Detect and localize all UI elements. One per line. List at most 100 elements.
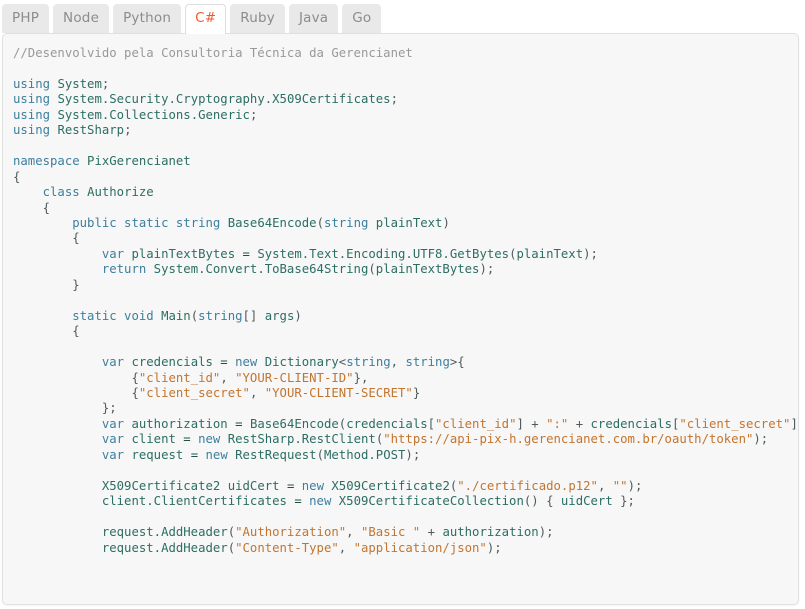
code-token: = — [183, 447, 206, 462]
code-token: ; — [124, 123, 132, 138]
code-token: new — [235, 355, 258, 370]
code-token: Authorize — [87, 185, 154, 200]
code-token: ); — [753, 432, 769, 447]
code-token: ( — [190, 308, 199, 323]
code-token: authorization — [131, 416, 228, 431]
code-token: "client_id" — [435, 416, 517, 431]
tab-c[interactable]: C# — [185, 3, 227, 34]
code-token: System.Text.Encoding.UTF8.GetBytes — [257, 246, 510, 261]
code-token: { — [13, 169, 21, 184]
tab-python[interactable]: Python — [113, 3, 182, 33]
code-token: , — [220, 370, 236, 385]
code-line: //Desenvolvido pela Consultoria Técnica … — [13, 46, 413, 60]
code-token: }, — [353, 370, 369, 385]
code-token: request — [131, 447, 184, 462]
code-token: plainTextBytes — [131, 246, 236, 261]
code-token: X509Certificate2 — [101, 478, 221, 493]
code-line: { — [13, 231, 79, 245]
code-token: + — [568, 416, 591, 431]
tab-php[interactable]: PHP — [2, 3, 50, 33]
code-token: Base64Encode — [227, 215, 317, 230]
tab-ruby[interactable]: Ruby — [230, 3, 285, 33]
code-token: client.ClientCertificates — [101, 494, 287, 509]
code-token: request.AddHeader — [101, 525, 228, 540]
code-token: }; — [612, 494, 635, 509]
code-token: System.Security.Cryptography.X509Certifi… — [57, 92, 391, 107]
code-token: "client_secret" — [138, 385, 250, 400]
code-token: ) — [294, 308, 302, 323]
code-token: Main — [161, 308, 191, 323]
code-token: uidCert — [560, 494, 613, 509]
code-token: System.Collections.Generic — [57, 107, 250, 122]
code-token: } — [412, 385, 421, 400]
code-token: static void — [72, 308, 154, 323]
code-token: "Basic " — [360, 525, 421, 540]
code-token: }; — [101, 401, 117, 416]
code-token: using — [13, 76, 51, 91]
code-token: Base64Encode — [249, 416, 339, 431]
code-token: ] + — [516, 416, 547, 431]
code-token: var — [101, 246, 125, 261]
code-line: { — [13, 170, 20, 184]
code-token: Method.POST — [323, 447, 406, 462]
code-token: using — [13, 123, 51, 138]
code-token: new — [205, 447, 228, 462]
code-token: Dictionary — [264, 355, 339, 370]
code-line: {"client_id", "YOUR-CLIENT-ID"}, — [13, 371, 368, 385]
code-token: authorization — [442, 525, 539, 540]
code-token: client — [131, 432, 176, 447]
code-token: ); — [627, 478, 643, 493]
code-line: var authorization = Base64Encode(credenc… — [13, 416, 798, 431]
code-token: RestRequest — [235, 447, 317, 462]
code-token: ":" — [546, 416, 569, 431]
code-token: System — [57, 76, 102, 91]
code-token: credencials — [346, 416, 428, 431]
code-token: uidCert — [227, 478, 280, 493]
code-token: >{ — [449, 355, 465, 370]
code-token: plainTextBytes — [375, 262, 480, 277]
tab-go[interactable]: Go — [342, 3, 382, 33]
code-line: var credencials = new Dictionary<string,… — [13, 355, 465, 369]
code-token: ( — [227, 540, 236, 555]
code-token: , — [249, 385, 265, 400]
code-token: RestSharp — [57, 123, 125, 138]
code-token: , — [338, 540, 354, 555]
code-token: + — [420, 525, 443, 540]
code-token: X509CertificateCollection — [338, 494, 524, 509]
code-token: () { — [523, 494, 561, 509]
code-line: } — [13, 278, 79, 292]
code-token: new — [309, 494, 332, 509]
code-token: "./certificado.p12" — [457, 478, 598, 493]
tab-node[interactable]: Node — [53, 3, 110, 33]
code-token: string — [405, 355, 450, 370]
tab-java[interactable]: Java — [288, 3, 339, 33]
code-line: using System; — [13, 77, 109, 91]
code-token: ( — [368, 262, 376, 277]
code-token: ) — [442, 215, 450, 230]
code-token: X509Certificate2 — [331, 478, 450, 493]
code-token: [ — [427, 416, 436, 431]
code-token: { — [131, 385, 139, 400]
code-line: request.AddHeader("Authorization", "Basi… — [13, 525, 554, 539]
code-token: ); — [486, 540, 502, 555]
code-token: PixGerencianet — [87, 154, 191, 169]
code-token: var — [101, 355, 125, 370]
code-token: "YOUR-CLIENT-SECRET" — [264, 385, 413, 400]
code-token: string — [323, 215, 369, 230]
code-token: class — [42, 185, 80, 200]
code-line: var client = new RestSharp.RestClient("h… — [13, 432, 768, 446]
code-token: ; — [390, 92, 398, 107]
code-token: = — [212, 355, 236, 370]
code-token: public static string — [72, 215, 221, 230]
code-token: ( — [316, 215, 324, 230]
code-token: ; — [101, 76, 110, 91]
code-token: "Authorization" — [235, 525, 347, 540]
